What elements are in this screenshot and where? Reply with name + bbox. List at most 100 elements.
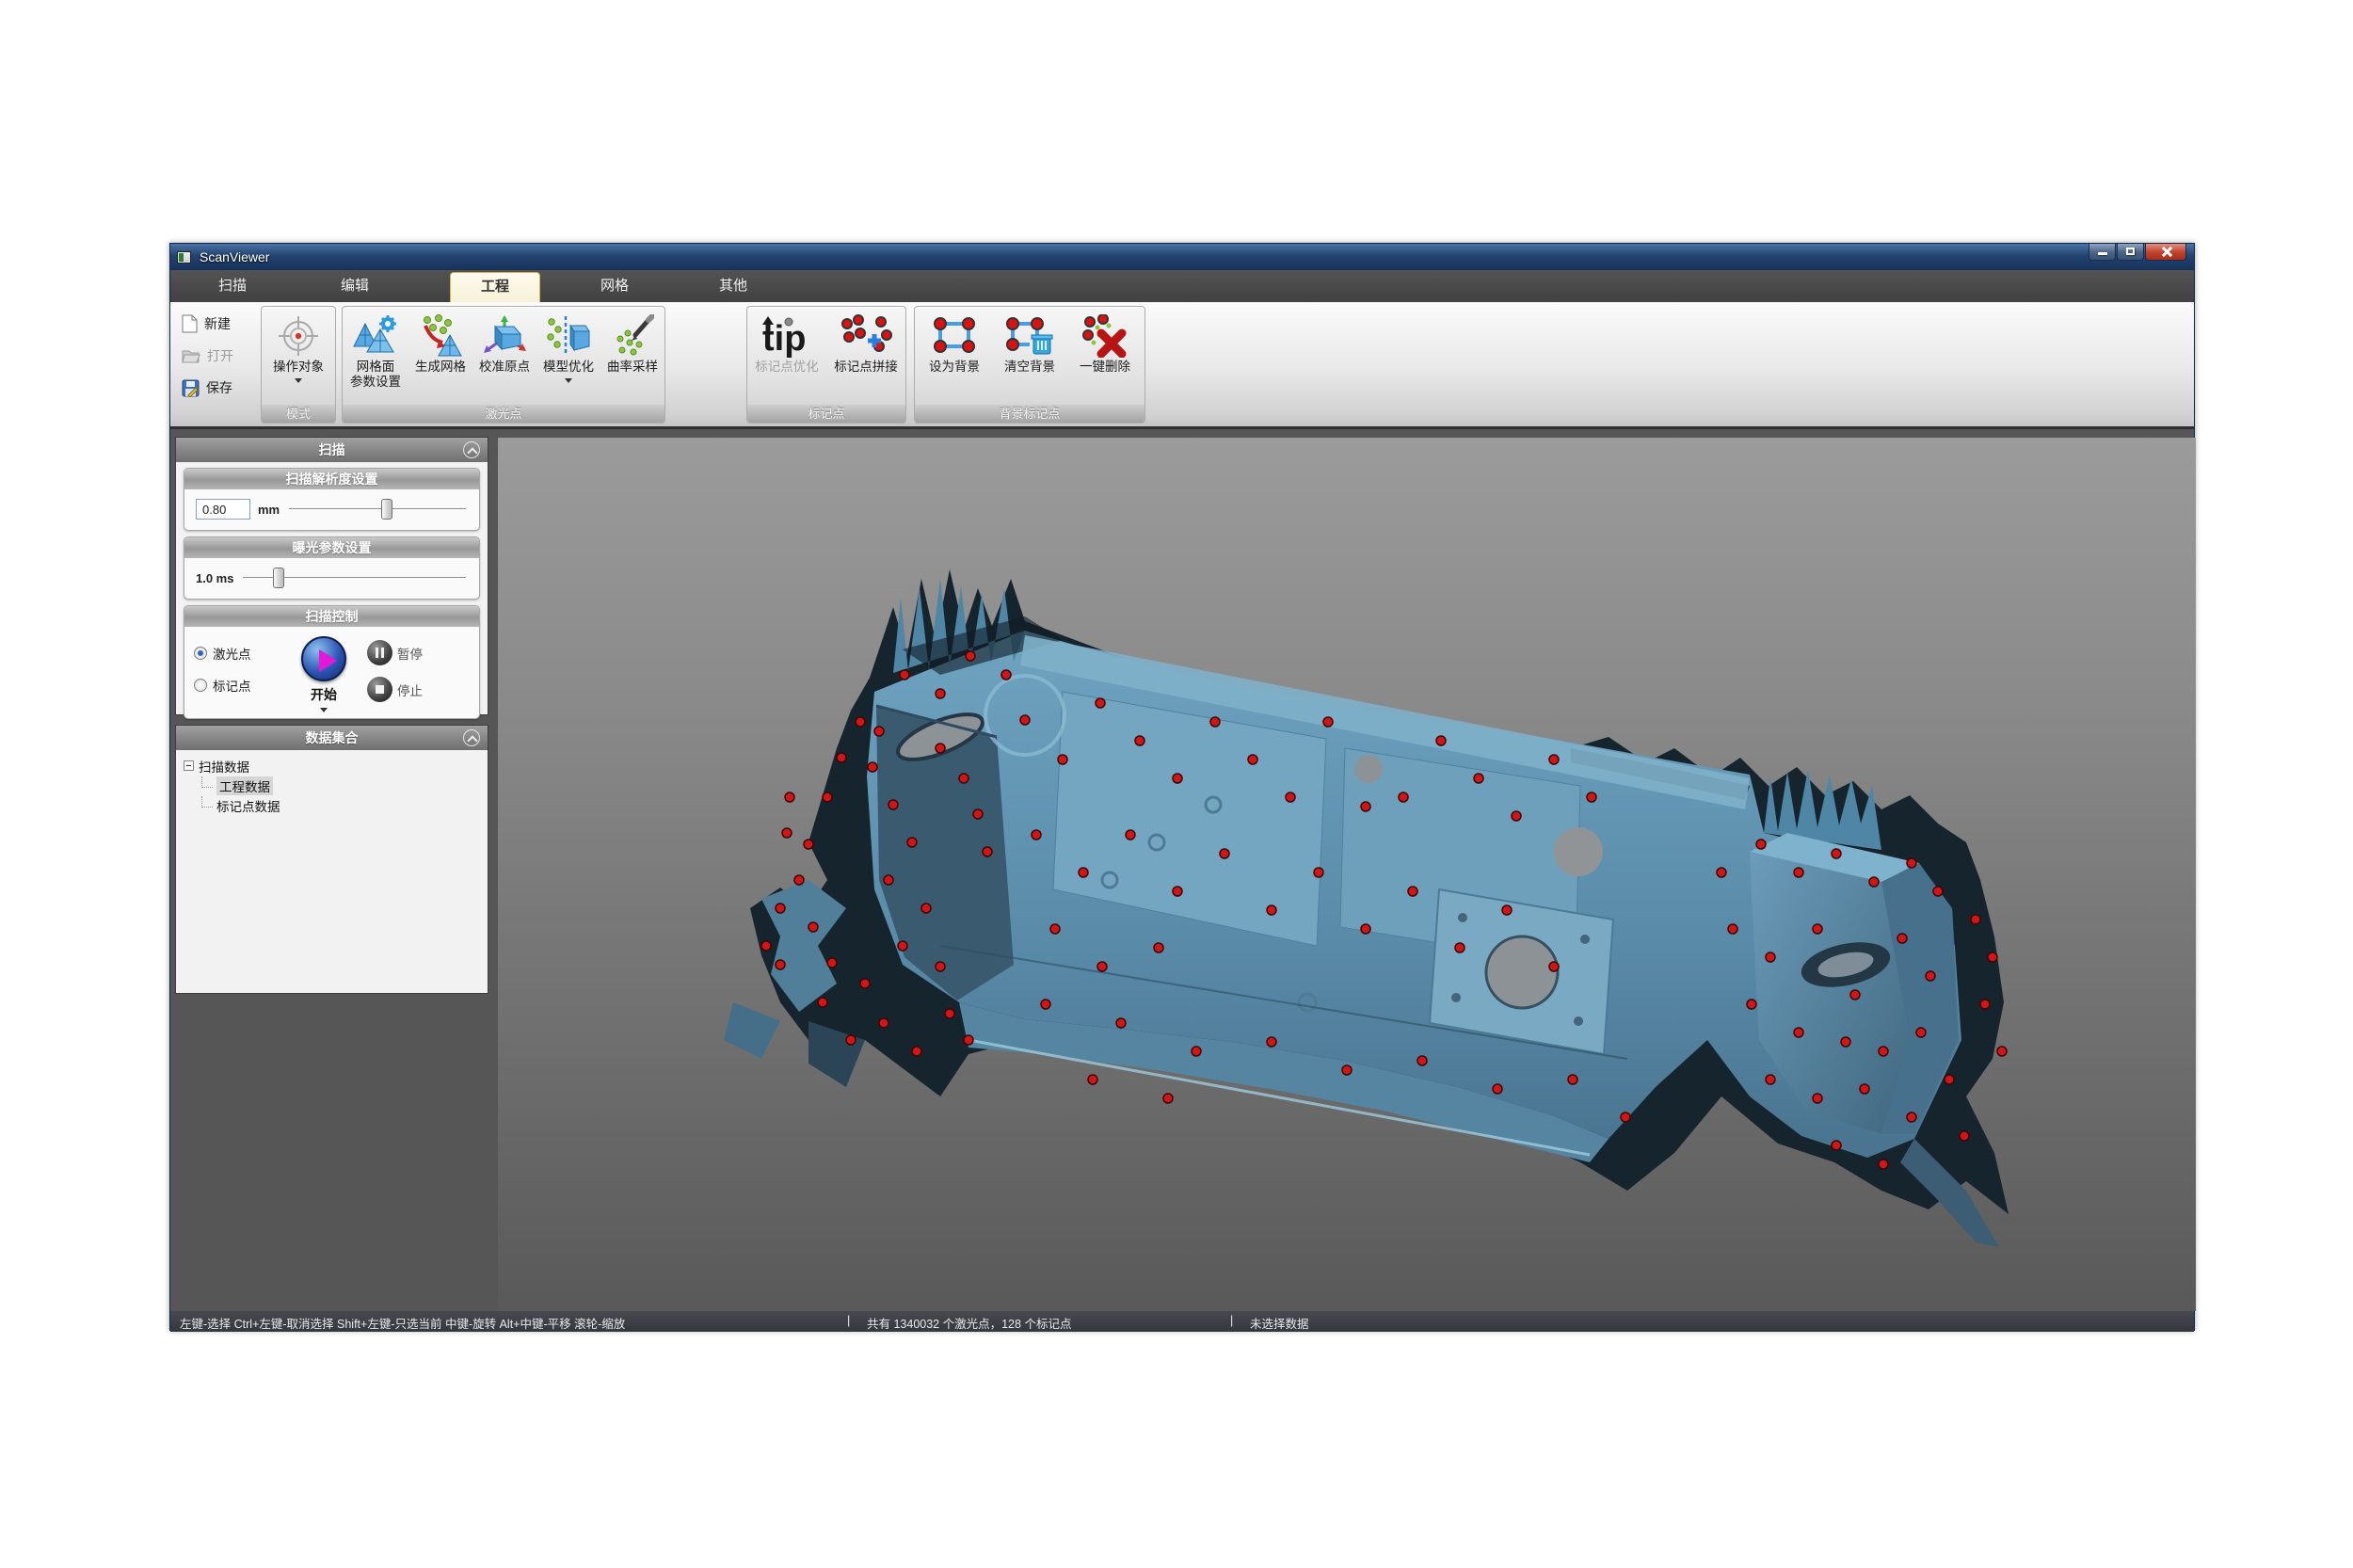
laser-point-radio[interactable]: 激光点 bbox=[194, 644, 280, 663]
tree-item-project-data[interactable]: 工程数据 bbox=[184, 776, 484, 795]
new-label: 新建 bbox=[204, 314, 231, 333]
save-button[interactable]: 保存 bbox=[178, 372, 259, 404]
viewport-3d[interactable] bbox=[498, 438, 2196, 1311]
calibrate-origin-button[interactable]: 校准原点 bbox=[472, 309, 536, 405]
marker-stitch-button[interactable]: 标记点拼接 bbox=[826, 309, 905, 405]
set-background-button[interactable]: 设为背景 bbox=[917, 309, 992, 405]
open-label: 打开 bbox=[207, 346, 233, 365]
new-file-icon bbox=[182, 314, 198, 333]
group-label-laser: 激光点 bbox=[343, 405, 664, 423]
set-background-label: 设为背景 bbox=[929, 360, 980, 375]
exposure-groupbox: 曝光参数设置 1.0 ms bbox=[184, 536, 480, 600]
new-button[interactable]: 新建 bbox=[178, 308, 259, 340]
marker-stitch-icon bbox=[840, 314, 892, 358]
tree-item-marker-data[interactable]: 标记点数据 bbox=[184, 795, 484, 815]
target-icon bbox=[277, 314, 320, 358]
content-area: 扫描 扫描解析度设置 mm 曝光参数设置 1.0 ms bbox=[170, 429, 2194, 1311]
selection-status: 未选择数据 bbox=[1250, 1314, 1309, 1332]
minimize-button[interactable] bbox=[2089, 244, 2116, 261]
tree-root-label: 扫描数据 bbox=[199, 757, 249, 776]
group-label-mode: 模式 bbox=[262, 405, 335, 423]
pause-button[interactable]: 暂停 bbox=[367, 640, 472, 665]
data-panel: 数据集合 扫描数据 工程数据 标记点数据 bbox=[175, 725, 488, 994]
mesh-params-label-2: 参数设置 bbox=[350, 375, 401, 389]
model-optimize-button[interactable]: 模型优化 bbox=[536, 309, 600, 405]
pause-label: 暂停 bbox=[397, 644, 423, 663]
radio-off-icon bbox=[194, 679, 207, 692]
resolution-input[interactable] bbox=[196, 499, 250, 520]
slider-thumb[interactable] bbox=[273, 568, 284, 588]
stop-button[interactable]: 停止 bbox=[367, 677, 472, 702]
resolution-slider[interactable] bbox=[287, 498, 468, 520]
status-bar: 左键-选择 Ctrl+左键-取消选择 Shift+左键-只选当前 中键-旋转 A… bbox=[170, 1311, 2194, 1332]
marker-optimize-button[interactable]: tip 标记点优化 bbox=[747, 309, 826, 405]
curvature-sample-icon bbox=[611, 314, 654, 358]
exposure-value: 1.0 ms bbox=[196, 571, 233, 585]
data-panel-title: 数据集合 bbox=[306, 730, 359, 745]
tree-elbow-icon bbox=[201, 776, 213, 788]
model-optimize-label: 模型优化 bbox=[543, 360, 594, 375]
start-dropdown-arrow-icon[interactable] bbox=[320, 708, 328, 712]
generate-mesh-label: 生成网格 bbox=[415, 360, 466, 375]
tip-icon: tip bbox=[760, 314, 813, 358]
tab-scan[interactable]: 扫描 bbox=[199, 270, 266, 302]
close-icon bbox=[2161, 247, 2171, 257]
tab-edit[interactable]: 编辑 bbox=[321, 270, 389, 302]
curvature-sample-button[interactable]: 曲率采样 bbox=[600, 309, 664, 405]
exposure-title: 曝光参数设置 bbox=[184, 537, 479, 558]
group-label-background: 背景标记点 bbox=[915, 405, 1144, 423]
generate-mesh-icon bbox=[418, 314, 463, 358]
collapse-chevron-icon[interactable] bbox=[463, 729, 480, 746]
save-floppy-icon bbox=[182, 379, 200, 397]
generate-mesh-button[interactable]: 生成网格 bbox=[408, 309, 472, 405]
mesh-params-label-1: 网格面 bbox=[357, 360, 395, 374]
close-button[interactable] bbox=[2145, 244, 2186, 261]
tree-collapse-icon[interactable] bbox=[184, 760, 194, 771]
maximize-button[interactable] bbox=[2117, 244, 2144, 261]
radio-on-icon bbox=[194, 647, 207, 660]
app-window: ScanViewer 扫描 编辑 工程 网格 其他 新建 打开 保存 bbox=[169, 243, 2195, 1331]
status-separator: | bbox=[847, 1314, 850, 1327]
operation-object-button[interactable]: 操作对象 bbox=[273, 309, 324, 405]
marker-optimize-label: 标记点优化 bbox=[755, 360, 819, 375]
scan-control-groupbox: 扫描控制 激光点 标记点 开始 bbox=[184, 605, 480, 719]
mesh-params-button[interactable]: 网格面 参数设置 bbox=[343, 309, 408, 405]
marker-stitch-label: 标记点拼接 bbox=[834, 360, 898, 375]
dropdown-arrow-icon bbox=[295, 378, 302, 383]
scan-control-title: 扫描控制 bbox=[184, 606, 479, 627]
open-button[interactable]: 打开 bbox=[178, 340, 259, 372]
scan-panel-header[interactable]: 扫描 bbox=[176, 438, 488, 462]
data-panel-header[interactable]: 数据集合 bbox=[176, 726, 488, 750]
status-separator: | bbox=[1230, 1314, 1233, 1327]
tab-other[interactable]: 其他 bbox=[699, 270, 767, 302]
clear-background-button[interactable]: 清空背景 bbox=[992, 309, 1067, 405]
start-scan-button[interactable] bbox=[301, 636, 346, 681]
mesh-params-icon bbox=[352, 314, 399, 358]
calibrate-origin-icon bbox=[481, 313, 528, 359]
curvature-sample-label: 曲率采样 bbox=[607, 360, 658, 375]
clear-background-icon bbox=[1005, 314, 1054, 358]
start-label: 开始 bbox=[311, 685, 337, 704]
marker-point-radio-label: 标记点 bbox=[213, 676, 251, 695]
exposure-slider[interactable] bbox=[241, 567, 468, 589]
marker-point-radio[interactable]: 标记点 bbox=[194, 676, 280, 695]
minimize-icon bbox=[2098, 252, 2107, 255]
set-background-icon bbox=[931, 314, 978, 358]
tree-child-label-1: 工程数据 bbox=[216, 776, 273, 795]
delete-all-button[interactable]: 一键删除 bbox=[1067, 309, 1143, 405]
tab-mesh[interactable]: 网格 bbox=[581, 270, 648, 302]
tab-project[interactable]: 工程 bbox=[450, 272, 540, 302]
clear-background-label: 清空背景 bbox=[1004, 360, 1055, 375]
data-tree: 扫描数据 工程数据 标记点数据 bbox=[176, 750, 488, 819]
delete-all-label: 一键删除 bbox=[1080, 360, 1130, 375]
collapse-chevron-icon[interactable] bbox=[463, 441, 480, 458]
group-label-marker: 标记点 bbox=[747, 405, 905, 423]
slider-track bbox=[289, 508, 466, 510]
title-bar[interactable]: ScanViewer bbox=[170, 244, 2194, 270]
app-icon bbox=[177, 251, 191, 264]
tree-item-scan-data[interactable]: 扫描数据 bbox=[184, 756, 484, 776]
tree-child-label-2: 标记点数据 bbox=[216, 796, 280, 815]
resolution-groupbox: 扫描解析度设置 mm bbox=[184, 468, 480, 531]
ribbon-group-background: 设为背景 清空背景 bbox=[914, 306, 1145, 424]
slider-thumb[interactable] bbox=[381, 499, 392, 520]
